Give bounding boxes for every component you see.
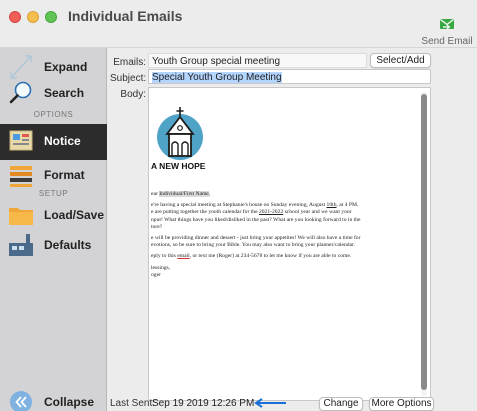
paragraph-3: eply to this email, or text me (Roger) a… bbox=[151, 253, 352, 260]
notice-icon bbox=[9, 130, 33, 151]
bottom-bar: Last Sent: Sep 19 2019 12:26 PM Change M… bbox=[107, 395, 477, 411]
section-header-setup: SETUP bbox=[38, 189, 69, 198]
subject-value: Special Youth Group Meeting bbox=[152, 72, 282, 83]
subject-label: Subject: bbox=[110, 73, 147, 84]
sidebar-item-label: Notice bbox=[44, 134, 81, 148]
window-title: Individual Emails bbox=[68, 8, 183, 24]
format-icon bbox=[10, 166, 32, 187]
close-window-button[interactable] bbox=[9, 11, 21, 23]
change-button[interactable]: Change bbox=[319, 397, 363, 411]
emails-label: Emails: bbox=[113, 57, 146, 68]
scrollbar-thumb[interactable] bbox=[421, 94, 427, 390]
greeting-line: ear Individual/First Name, bbox=[151, 191, 211, 197]
sidebar-item-label: Search bbox=[44, 86, 85, 100]
collapse-icon bbox=[10, 391, 32, 411]
emails-field[interactable]: Youth Group special meeting bbox=[148, 53, 367, 68]
select-add-button[interactable]: Select/Add bbox=[370, 53, 431, 68]
sidebar-item-collapse[interactable]: Collapse bbox=[0, 390, 107, 411]
sidebar-item-notice[interactable]: Notice bbox=[0, 124, 107, 160]
sidebar-item-label: Expand bbox=[44, 60, 88, 74]
paragraph-1: e're having a special meeting at Stephan… bbox=[151, 202, 361, 230]
last-sent-label: Last Sent: bbox=[110, 398, 156, 409]
subject-field[interactable]: Special Youth Group Meeting bbox=[148, 69, 431, 84]
arrow-left-icon bbox=[254, 398, 286, 408]
sidebar-item-label: Defaults bbox=[44, 238, 92, 252]
section-header-options: OPTIONS bbox=[33, 110, 74, 119]
sidebar-item-label: Format bbox=[44, 168, 85, 182]
signature: lessings, oger bbox=[151, 264, 171, 278]
body-scrollbar[interactable] bbox=[421, 92, 427, 396]
body-editor[interactable]: A NEW HOPE ear Individual/First Name, e'… bbox=[148, 87, 431, 401]
body-label: Body: bbox=[120, 89, 146, 100]
paragraph-2: e will be providing dinner and dessert -… bbox=[151, 235, 361, 249]
sidebar-item-defaults[interactable]: Defaults bbox=[0, 228, 107, 264]
search-icon bbox=[9, 81, 32, 104]
more-options-button[interactable]: More Options bbox=[369, 397, 434, 411]
send-email-icon bbox=[440, 19, 454, 30]
minimize-window-button[interactable] bbox=[27, 11, 39, 23]
send-email-label: Send Email bbox=[421, 36, 473, 47]
email-body-text: ear Individual/First Name, e're having a… bbox=[151, 191, 413, 283]
folder-icon bbox=[9, 208, 33, 225]
defaults-icon bbox=[9, 234, 33, 256]
logo-text: A NEW HOPE bbox=[151, 161, 206, 171]
sidebar-item-label: Load/Save bbox=[44, 208, 105, 222]
title-bar: Individual Emails Send Email bbox=[0, 0, 477, 48]
merge-field: Individual/First Name bbox=[159, 191, 209, 197]
zoom-window-button[interactable] bbox=[45, 11, 57, 23]
last-sent-value: Sep 19 2019 12:26 PM bbox=[152, 398, 255, 409]
send-email-button[interactable]: Send Email bbox=[421, 18, 473, 47]
sidebar: Expand Search OPTIONS Notice Format SETU… bbox=[0, 48, 107, 411]
sidebar-item-label: Collapse bbox=[44, 395, 95, 409]
sidebar-item-search[interactable]: Search bbox=[0, 76, 107, 112]
